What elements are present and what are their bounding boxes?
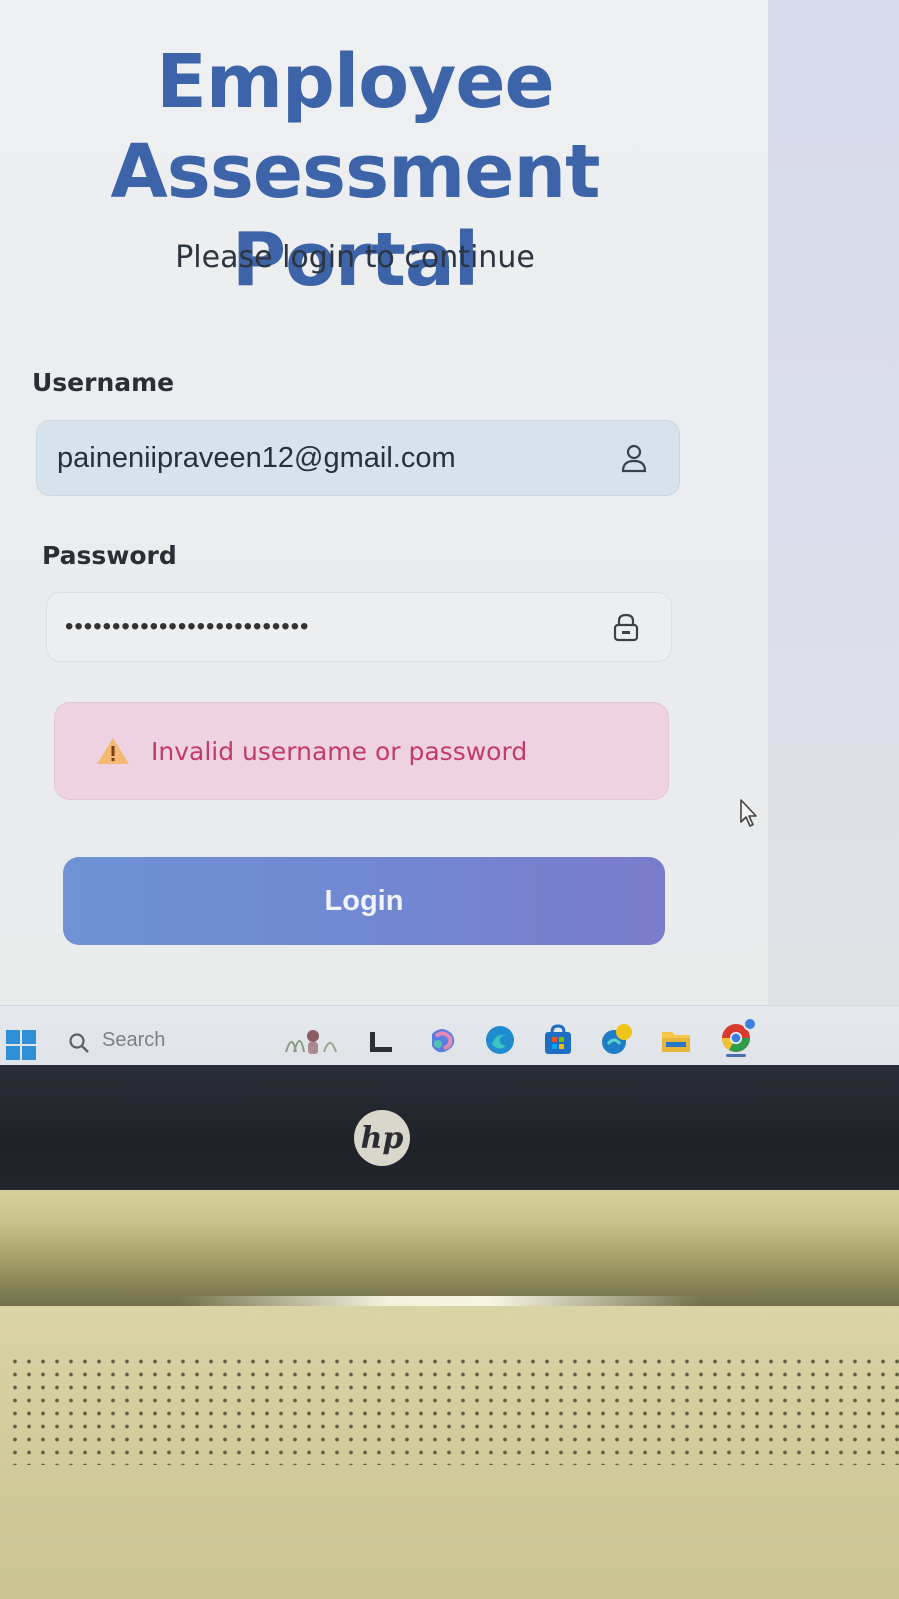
password-field[interactable]: •••••••••••••••••••••••••• xyxy=(46,592,672,662)
login-page: Employee Assessment Portal Please login … xyxy=(0,0,768,1005)
photo: Employee Assessment Portal Please login … xyxy=(0,0,899,1599)
username-value[interactable]: paineniipraveen12@gmail.com xyxy=(37,442,617,475)
widgets-icon[interactable] xyxy=(282,1022,344,1058)
username-label: Username xyxy=(32,368,175,397)
speaker-grille xyxy=(8,1355,899,1465)
file-explorer-icon[interactable] xyxy=(658,1022,694,1058)
hp-logo-icon: hp xyxy=(354,1110,410,1166)
laptop-bezel xyxy=(0,1065,899,1195)
svg-text:hp: hp xyxy=(361,1121,404,1156)
laptop-hinge xyxy=(0,1190,899,1310)
warning-icon xyxy=(97,738,129,764)
error-message: Invalid username or password xyxy=(151,736,528,766)
copilot-icon[interactable] xyxy=(424,1022,460,1058)
error-alert: Invalid username or password xyxy=(54,702,669,800)
password-value[interactable]: •••••••••••••••••••••••••• xyxy=(47,613,609,641)
mouse-cursor-icon xyxy=(740,799,757,827)
store-icon[interactable] xyxy=(540,1022,576,1058)
lock-icon xyxy=(613,613,639,642)
page-title-line2: Assessment Portal xyxy=(110,129,601,303)
weather-icon[interactable] xyxy=(598,1022,634,1058)
username-field[interactable]: paineniipraveen12@gmail.com xyxy=(36,420,680,496)
start-icon[interactable] xyxy=(4,1028,38,1062)
desktop-background xyxy=(768,0,899,1005)
laptop-screen: Employee Assessment Portal Please login … xyxy=(0,0,899,1070)
page-subtitle: Please login to continue xyxy=(175,240,535,275)
page-title-line1: Employee xyxy=(156,39,554,125)
login-button[interactable]: Login xyxy=(63,857,665,945)
user-icon xyxy=(621,444,647,473)
taskbar-search-input[interactable]: Search xyxy=(102,1029,165,1052)
terminal-icon[interactable] xyxy=(364,1022,400,1058)
hinge-highlight xyxy=(180,1296,700,1306)
edge-icon[interactable] xyxy=(482,1022,518,1058)
search-icon[interactable] xyxy=(67,1031,91,1055)
chrome-icon[interactable] xyxy=(716,1014,760,1058)
password-label: Password xyxy=(42,541,177,570)
windows-taskbar: Search xyxy=(0,1005,899,1070)
